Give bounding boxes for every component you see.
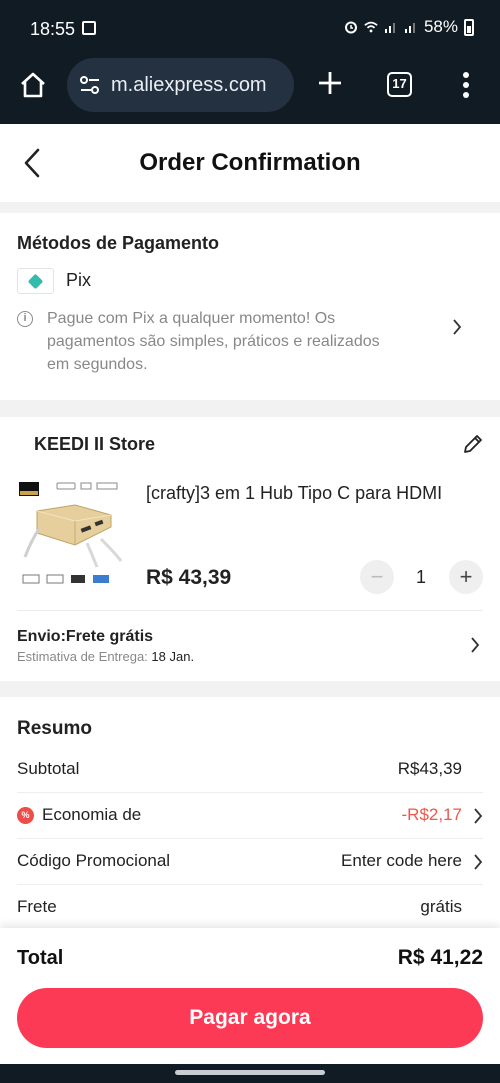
quantity-value: 1 (415, 567, 426, 587)
product-price: R$ 43,39 (146, 566, 232, 589)
signal-icon (384, 23, 395, 33)
pix-method-label[interactable]: Pix (66, 270, 91, 291)
status-icons: 58% (344, 17, 474, 37)
total-value: R$ 41,22 (397, 946, 483, 969)
product-title[interactable]: [crafty]3 em 1 Hub Tipo C para HDMI (146, 483, 476, 504)
summary-section: Resumo Subtotal R$43,39 % Economia de -R… (0, 697, 500, 957)
tune-icon[interactable] (79, 75, 101, 95)
signal-icon-2 (404, 23, 415, 33)
payment-info-text: Pague com Pix a qualquer momento! Os pag… (47, 310, 380, 373)
url-text: m.aliexpress.com (111, 73, 267, 96)
pay-now-button[interactable]: Pagar agora (17, 988, 483, 1048)
checkout-bar: Total R$ 41,22 Pagar agora (0, 928, 500, 1064)
summary-row-shipping: Frete grátis (17, 885, 483, 931)
plus-icon[interactable]: + (449, 560, 483, 594)
chevron-right-icon[interactable] (473, 854, 483, 870)
discount-icon: % (17, 807, 34, 824)
edit-icon[interactable] (462, 433, 484, 455)
product-image[interactable] (17, 479, 131, 591)
browser-toolbar: m.aliexpress.com 17 (0, 58, 500, 124)
delivery-estimate: Estimativa de Entrega: 18 Jan. (17, 649, 194, 664)
more-icon[interactable] (458, 70, 474, 100)
page-title: Order Confirmation (139, 149, 361, 176)
system-nav-bar (0, 1064, 500, 1083)
divider (17, 610, 483, 611)
minus-icon[interactable]: − (360, 560, 394, 594)
subtotal-label: Subtotal (17, 759, 80, 778)
discount-label: Economia de (42, 805, 142, 824)
payment-methods-section: Métodos de Pagamento Pix i Pague com Pix… (0, 213, 500, 400)
payment-section-title: Métodos de Pagamento (17, 233, 220, 253)
discount-value: -R$2,17 (401, 805, 462, 824)
store-section: KEEDI II Store [crafty]3 em 1 Hub Tipo C… (0, 417, 500, 681)
status-bar: 18:55 58% (0, 0, 500, 58)
promo-code-input[interactable]: Enter code here (341, 851, 462, 871)
shipping-value: grátis (420, 897, 462, 916)
battery-icon (464, 18, 474, 36)
summary-row-subtotal: Subtotal R$43,39 (17, 747, 483, 793)
address-bar[interactable]: m.aliexpress.com (67, 58, 294, 112)
store-name[interactable]: KEEDI II Store (34, 434, 155, 455)
summary-row-discount[interactable]: % Economia de -R$2,17 (17, 793, 483, 839)
home-icon[interactable] (18, 70, 48, 100)
status-time: 18:55 (30, 19, 76, 39)
wifi-icon (364, 21, 378, 33)
page-header: Order Confirmation (0, 124, 500, 202)
chevron-right-icon[interactable] (470, 637, 480, 653)
new-tab-plus-icon[interactable] (317, 70, 343, 96)
shipping-label: Frete (17, 897, 57, 916)
delivery-date: 18 Jan. (151, 649, 195, 664)
info-icon: i (17, 311, 33, 327)
pix-icon[interactable] (17, 268, 54, 294)
shipping-title[interactable]: Envio:Frete grátis (17, 628, 153, 646)
delivery-label: Estimativa de Entrega: (17, 649, 148, 664)
summary-title: Resumo (17, 718, 92, 739)
image-notification-icon (82, 21, 96, 35)
chevron-right-icon[interactable] (452, 319, 462, 335)
battery-percent: 58% (423, 17, 458, 36)
promo-code-label: Código Promocional (17, 851, 171, 870)
tabs-icon[interactable]: 17 (387, 72, 412, 97)
pix-diamond (27, 273, 44, 289)
subtotal-value: R$43,39 (397, 759, 462, 778)
total-label: Total (17, 947, 64, 969)
chevron-right-icon[interactable] (473, 808, 483, 824)
home-gesture-handle[interactable] (175, 1070, 325, 1075)
alarm-icon (344, 21, 357, 34)
summary-row-promo-code[interactable]: Código Promocional Enter code here (17, 839, 483, 885)
